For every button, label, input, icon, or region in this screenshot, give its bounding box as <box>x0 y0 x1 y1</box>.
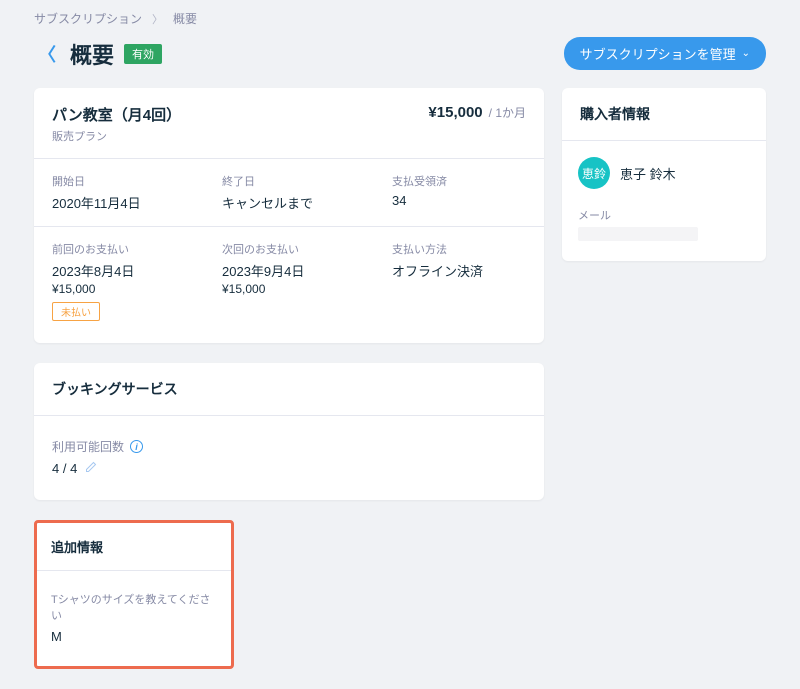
chevron-right-icon: 〉 <box>152 11 163 27</box>
plan-card: パン教室（月4回） 販売プラン ¥15,000 / 1か月 開始日 2020年1… <box>34 88 544 343</box>
unpaid-badge: 未払い <box>52 302 100 321</box>
breadcrumb: サブスクリプション 〉 概要 <box>34 10 766 27</box>
last-payment-amount: ¥15,000 <box>52 282 186 296</box>
next-payment-label: 次回のお支払い <box>222 241 356 257</box>
plan-name: パン教室（月4回） <box>52 104 181 125</box>
available-count-label: 利用可能回数 <box>52 438 124 455</box>
breadcrumb-current: 概要 <box>173 10 197 27</box>
additional-info-card: 追加情報 Tシャツのサイズを教えてください M <box>34 520 234 669</box>
next-payment-date: 2023年9月4日 <box>222 261 356 280</box>
page-title: 概要 <box>70 38 114 70</box>
buyer-info-title: 購入者情報 <box>562 88 766 141</box>
plan-period: / 1か月 <box>489 104 526 121</box>
chevron-down-icon: ⌄ <box>742 48 750 59</box>
next-payment-amount: ¥15,000 <box>222 282 356 296</box>
end-date-value: キャンセルまで <box>222 193 356 212</box>
last-payment-date: 2023年8月4日 <box>52 261 186 280</box>
booking-services-card: ブッキングサービス 利用可能回数 i 4 / 4 <box>34 363 544 500</box>
breadcrumb-root[interactable]: サブスクリプション <box>34 10 142 27</box>
additional-answer: M <box>51 629 217 644</box>
buyer-email-label: メール <box>578 207 750 223</box>
payment-method-value: オフライン決済 <box>392 261 526 280</box>
start-date-value: 2020年11月4日 <box>52 193 186 212</box>
payment-method-label: 支払い方法 <box>392 241 526 257</box>
avatar[interactable]: 恵鈴 <box>578 157 610 189</box>
booking-services-title: ブッキングサービス <box>34 363 544 416</box>
info-icon[interactable]: i <box>130 440 143 453</box>
last-payment-label: 前回のお支払い <box>52 241 186 257</box>
payments-received-label: 支払受領済 <box>392 173 526 189</box>
manage-subscription-button[interactable]: サブスクリプションを管理 ⌄ <box>564 37 766 70</box>
start-date-label: 開始日 <box>52 173 186 189</box>
buyer-info-card: 購入者情報 恵鈴 恵子 鈴木 メール <box>562 88 766 261</box>
additional-info-title: 追加情報 <box>37 523 231 571</box>
back-button[interactable]: 〈 <box>34 39 60 69</box>
status-badge: 有効 <box>124 44 162 64</box>
additional-question: Tシャツのサイズを教えてください <box>51 591 217 623</box>
manage-button-label: サブスクリプションを管理 <box>580 44 736 63</box>
plan-subtitle: 販売プラン <box>52 128 181 144</box>
payments-received-value: 34 <box>392 193 526 208</box>
buyer-email-value <box>578 227 698 241</box>
edit-icon[interactable] <box>85 461 97 476</box>
plan-price: ¥15,000 <box>428 104 482 121</box>
buyer-name[interactable]: 恵子 鈴木 <box>620 164 676 183</box>
end-date-label: 終了日 <box>222 173 356 189</box>
available-count-value: 4 / 4 <box>52 461 77 476</box>
